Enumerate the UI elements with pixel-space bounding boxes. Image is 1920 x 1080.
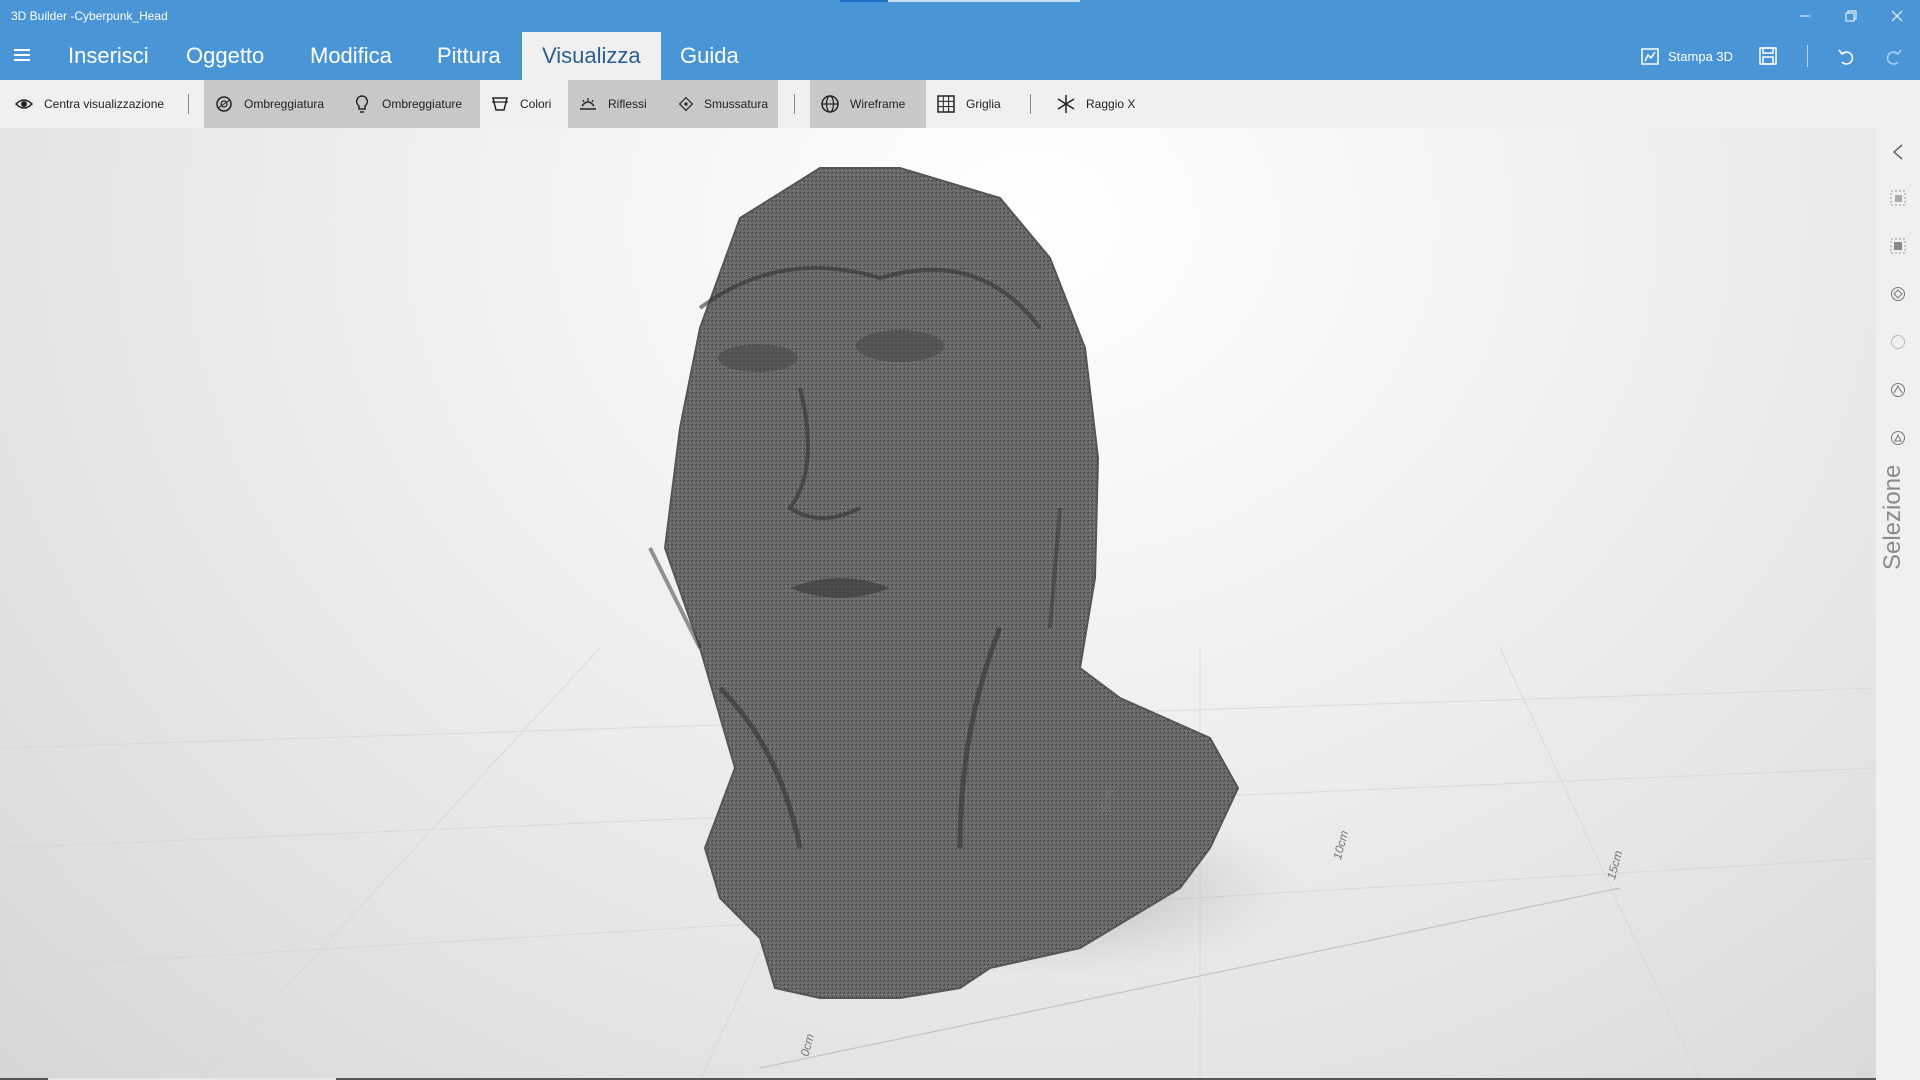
3d-viewport[interactable]: 5cm 10cm 15cm 0cm [0, 128, 1876, 1080]
colors-toggle[interactable]: Colori [480, 80, 568, 128]
selection-panel-label: Selezione [1879, 464, 1906, 570]
print-3d-button[interactable]: Stampa 3D [1640, 42, 1733, 70]
lightbulb-icon [355, 95, 369, 113]
hamburger-icon-bar [14, 54, 30, 56]
center-view-button[interactable]: Centra visualizzazione [4, 80, 174, 128]
separator [1030, 94, 1031, 114]
selection-panel [1876, 128, 1920, 1080]
close-icon [1891, 10, 1903, 22]
select-vertex-button[interactable] [1888, 428, 1908, 448]
print-3d-icon [1641, 48, 1659, 65]
head-model[interactable] [648, 167, 1240, 999]
ribbon: Inserisci Oggetto Modifica Pittura Visua… [0, 32, 1920, 80]
redo-button[interactable] [1884, 42, 1904, 70]
wireframe-label: Wireframe [850, 97, 906, 111]
shadows-toggle[interactable]: Ombreggiature [342, 80, 480, 128]
xray-toggle[interactable]: Raggio X [1046, 80, 1146, 128]
xray-label: Raggio X [1086, 97, 1136, 111]
paint-bucket-icon [492, 97, 508, 111]
separator [794, 94, 795, 114]
undo-icon [1838, 49, 1854, 65]
restore-button[interactable] [1828, 0, 1874, 32]
hamburger-icon-bar [14, 59, 30, 61]
shadows-label: Ombreggiature [382, 97, 463, 111]
print-3d-label: Stampa 3D [1668, 48, 1734, 64]
select-all-icon [1890, 238, 1906, 254]
floor-grid [0, 167, 1876, 1080]
shading-icon [216, 96, 232, 112]
reflections-label: Riflessi [608, 97, 647, 111]
grid-icon [937, 95, 955, 113]
asterisk-icon [1057, 95, 1075, 113]
select-objects-button[interactable] [1888, 188, 1908, 208]
close-button[interactable] [1874, 0, 1920, 32]
minimize-icon [1800, 15, 1810, 17]
reflections-icon [580, 98, 596, 110]
view-toolbar: Centra visualizzazione Ombreggiatura Omb… [0, 80, 1920, 128]
reflections-toggle[interactable]: Riflessi [568, 80, 668, 128]
tab-visualizza[interactable]: Visualizza [522, 32, 661, 80]
shading-toggle[interactable]: Ombreggiatura [204, 80, 342, 128]
triangle-icon [1891, 431, 1905, 445]
center-view-label: Centra visualizzazione [44, 97, 165, 111]
smoothing-label: Smussatura [703, 97, 768, 111]
shading-label: Ombreggiatura [244, 97, 325, 111]
globe-icon [821, 95, 839, 113]
chevron-left-icon [1892, 144, 1903, 160]
smoothing-toggle[interactable]: Smussatura [668, 80, 778, 128]
select-all-button[interactable] [1888, 236, 1908, 256]
grid-label: Griglia [966, 97, 1001, 111]
restore-icon [1845, 10, 1857, 22]
select-face-button[interactable] [1888, 332, 1908, 352]
minimize-button[interactable] [1782, 0, 1828, 32]
title-bar: 3D Builder -Cyberpunk_Head [0, 0, 1920, 32]
tab-inserisci[interactable]: Inserisci [48, 32, 169, 80]
mesh-icon [1891, 287, 1905, 301]
separator [1807, 45, 1808, 67]
tab-oggetto[interactable]: Oggetto [166, 32, 284, 80]
save-icon [1759, 47, 1777, 65]
hamburger-icon [14, 49, 30, 51]
menu-button[interactable] [8, 41, 36, 69]
select-edge-button[interactable] [1888, 380, 1908, 400]
wireframe-toggle[interactable]: Wireframe [810, 80, 926, 128]
grid-toggle[interactable]: Griglia [926, 80, 1020, 128]
tab-modifica[interactable]: Modifica [290, 32, 412, 80]
window-title: 3D Builder -Cyberpunk_Head [11, 9, 168, 23]
redo-icon [1886, 49, 1902, 65]
loading-indicator [840, 0, 1080, 2]
collapse-panel-button[interactable] [1888, 142, 1908, 162]
tab-pittura[interactable]: Pittura [417, 32, 521, 80]
smoothing-icon [678, 96, 694, 112]
separator [188, 94, 189, 114]
save-button[interactable] [1758, 42, 1778, 70]
edge-icon [1891, 383, 1905, 397]
tab-guida[interactable]: Guida [660, 32, 759, 80]
select-objects-icon [1890, 190, 1906, 206]
undo-button[interactable] [1836, 42, 1856, 70]
eye-icon [14, 99, 34, 109]
select-mesh-button[interactable] [1888, 284, 1908, 304]
colors-label: Colori [520, 97, 552, 111]
circle-icon [1891, 335, 1905, 349]
